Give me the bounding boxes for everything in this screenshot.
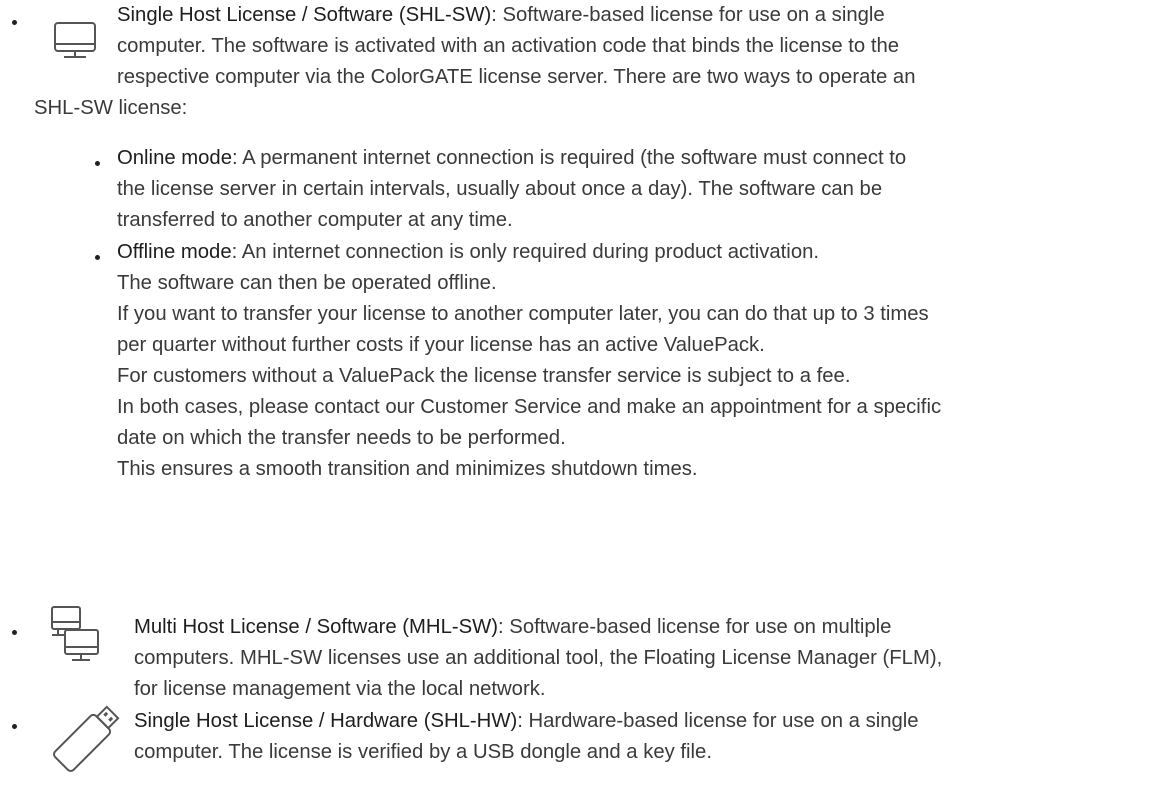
list-bullet [12,724,17,729]
shl-sw-term: Single Host License / Software (SHL-SW) [117,4,492,26]
mhl-sw-description: Multi Host License / Software (MHL-SW): … [134,616,943,700]
shl-hw-description: Single Host License / Hardware (SHL-HW):… [134,710,919,763]
online-mode-description: Online mode: A permanent internet connec… [117,147,907,231]
shl-sw-description-tail: SHL-SW license: [34,97,188,119]
multiple-monitors-icon [50,604,100,674]
mhl-sw-term: Multi Host License / Software (MHL-SW) [134,616,499,638]
list-bullet [95,161,100,166]
shl-sw-description: Single Host License / Software (SHL-SW):… [117,4,916,88]
list-bullet [12,20,17,25]
offline-mode-description: Offline mode: An internet connection is … [117,241,942,480]
license-types-page: Single Host License / Software (SHL-SW):… [0,0,1175,776]
shl-hw-term: Single Host License / Hardware (SHL-HW) [134,710,518,732]
list-bullet [12,630,17,635]
usb-dongle-icon [52,700,122,786]
online-mode-term: Online mode [117,147,232,169]
list-bullet [95,255,100,260]
desktop-monitor-icon [52,20,98,74]
offline-mode-term: Offline mode [117,241,232,263]
